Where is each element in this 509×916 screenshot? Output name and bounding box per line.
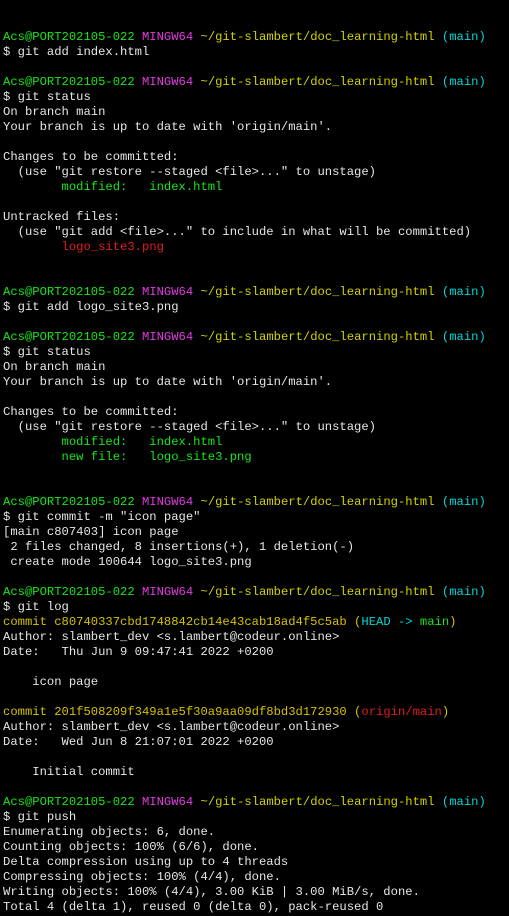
- output-line: create mode 100644 logo_site3.png: [3, 555, 252, 569]
- command: $ git add logo_site3.png: [3, 300, 179, 314]
- command: $ git status: [3, 345, 91, 359]
- output-line: On branch main: [3, 360, 105, 374]
- command: $ git add index.html: [3, 45, 149, 59]
- prompt: Acs@PORT202105-022 MINGW64 ~/git-slamber…: [3, 495, 486, 509]
- staged-file: modified: index.html: [3, 435, 222, 449]
- output-line: Author: slambert_dev <s.lambert@codeur.o…: [3, 720, 339, 734]
- output-line: Compressing objects: 100% (4/4), done.: [3, 870, 281, 884]
- prompt: Acs@PORT202105-022 MINGW64 ~/git-slamber…: [3, 330, 486, 344]
- output-line: [main c807403] icon page: [3, 525, 179, 539]
- commit-origin: commit 201f508209f349a1e5f30a9aa09df8bd3…: [3, 705, 449, 719]
- output-line: On branch main: [3, 105, 105, 119]
- output-line: (use "git restore --staged <file>..." to…: [3, 420, 376, 434]
- prompt-host: MINGW64: [142, 30, 193, 44]
- output-line: Total 4 (delta 1), reused 0 (delta 0), p…: [3, 900, 383, 914]
- output-line: Delta compression using up to 4 threads: [3, 855, 288, 869]
- command: $ git status: [3, 90, 91, 104]
- output-line: Changes to be committed:: [3, 150, 179, 164]
- output-line: (use "git restore --staged <file>..." to…: [3, 165, 376, 179]
- output-line: Date: Wed Jun 8 21:07:01 2022 +0200: [3, 735, 274, 749]
- output-line: Untracked files:: [3, 210, 120, 224]
- staged-file: new file: logo_site3.png: [3, 450, 252, 464]
- output-line: Your branch is up to date with 'origin/m…: [3, 375, 332, 389]
- output-line: Enumerating objects: 6, done.: [3, 825, 215, 839]
- output-line: Writing objects: 100% (4/4), 3.00 KiB | …: [3, 885, 420, 899]
- output-line: (use "git add <file>..." to include in w…: [3, 225, 471, 239]
- command: $ git log: [3, 600, 69, 614]
- untracked-file: logo_site3.png: [3, 240, 164, 254]
- command: $ git commit -m "icon page": [3, 510, 200, 524]
- output-line: icon page: [3, 675, 98, 689]
- prompt-path: ~/git-slambert/doc_learning-html: [201, 30, 435, 44]
- prompt: Acs@PORT202105-022 MINGW64 ~/git-slamber…: [3, 285, 486, 299]
- output-line: Initial commit: [3, 765, 135, 779]
- prompt-branch: (main): [442, 30, 486, 44]
- commit-head: commit c80740337cbd1748842cb14e43cab18ad…: [3, 615, 456, 629]
- command: $ git push: [3, 810, 76, 824]
- output-line: Your branch is up to date with 'origin/m…: [3, 120, 332, 134]
- prompt: Acs@PORT202105-022 MINGW64 ~/git-slamber…: [3, 795, 486, 809]
- terminal[interactable]: Acs@PORT202105-022 MINGW64 ~/git-slamber…: [3, 30, 509, 916]
- output-line: Changes to be committed:: [3, 405, 179, 419]
- output-line: 2 files changed, 8 insertions(+), 1 dele…: [3, 540, 354, 554]
- output-line: Date: Thu Jun 9 09:47:41 2022 +0200: [3, 645, 274, 659]
- output-line: Author: slambert_dev <s.lambert@codeur.o…: [3, 630, 339, 644]
- output-line: Counting objects: 100% (6/6), done.: [3, 840, 259, 854]
- prompt: Acs@PORT202105-022 MINGW64 ~/git-slamber…: [3, 30, 486, 44]
- staged-file: modified: index.html: [3, 180, 222, 194]
- prompt: Acs@PORT202105-022 MINGW64 ~/git-slamber…: [3, 75, 486, 89]
- prompt-user: Acs@PORT202105-022: [3, 30, 135, 44]
- prompt: Acs@PORT202105-022 MINGW64 ~/git-slamber…: [3, 585, 486, 599]
